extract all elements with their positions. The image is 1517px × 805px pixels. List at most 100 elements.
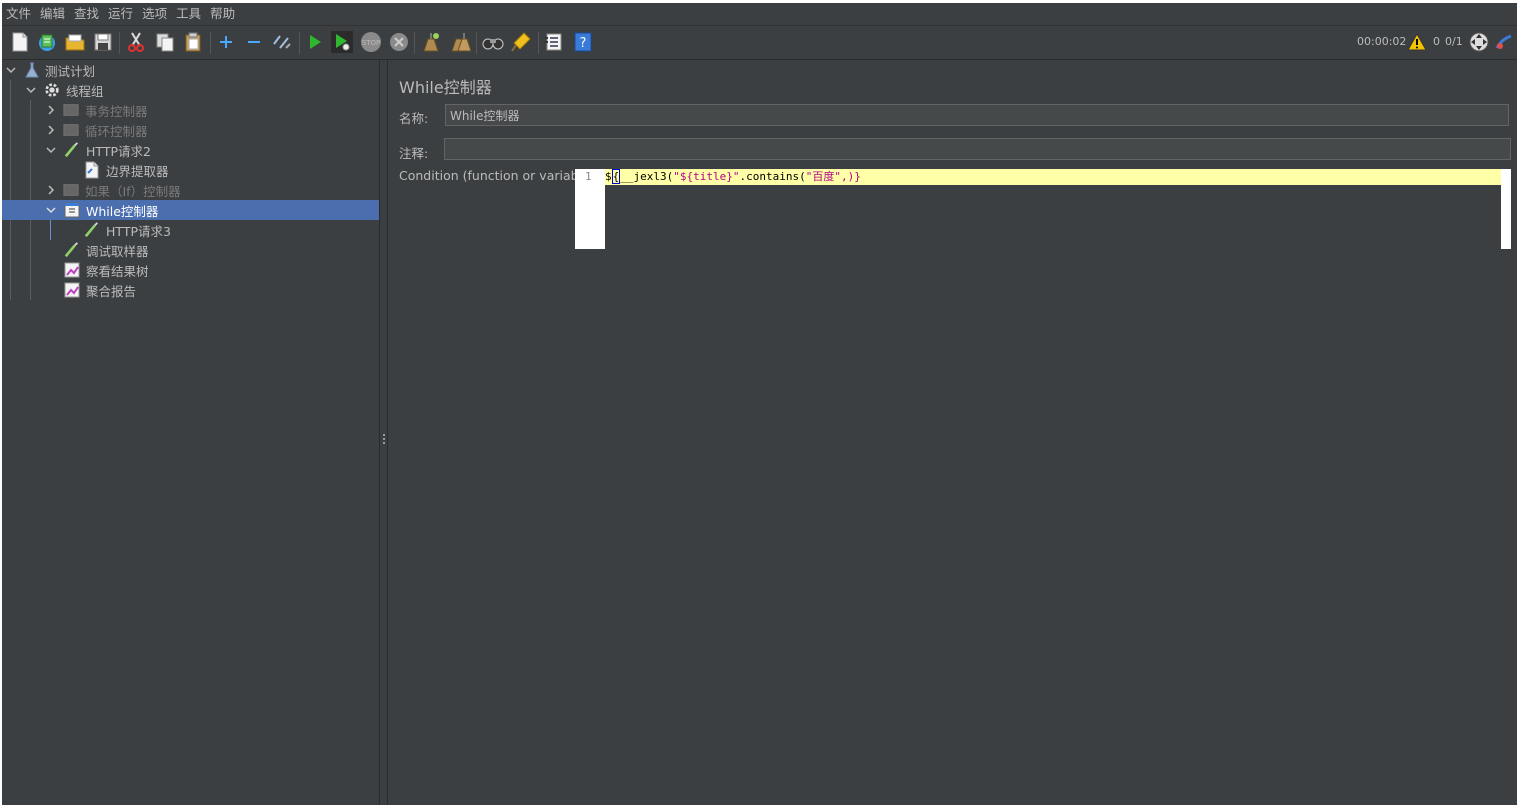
tree-item-label: 察看结果树 [86, 263, 149, 279]
condition-label: Condition (function or variable) [399, 168, 595, 183]
function-helper-button[interactable] [543, 31, 565, 53]
code-line[interactable]: ${__jexl3("${title}".contains("百度",)} [605, 169, 1501, 185]
remote-globe-icon [1469, 32, 1489, 52]
tree-item-transaction-controller[interactable]: 事务控制器 [2, 100, 379, 120]
chevron-down-icon[interactable] [46, 205, 56, 215]
http-sampler-icon [84, 222, 100, 238]
code-token: .contains( [739, 170, 806, 183]
remote-indicator[interactable] [1468, 31, 1490, 53]
new-plan-button[interactable] [9, 31, 31, 53]
menu-search[interactable]: 查找 [70, 3, 104, 25]
tree-item-while-controller[interactable]: While控制器 [2, 200, 379, 220]
tree-item-debug-sampler[interactable]: 调试取样器 [2, 240, 379, 260]
toolbar: STOP ? 00:00:02 0 0/1 [2, 26, 1517, 60]
cut-button[interactable] [125, 31, 147, 53]
code-token: __jexl3( [620, 170, 674, 183]
chevron-right-icon[interactable] [46, 105, 56, 115]
start-button[interactable] [304, 31, 326, 53]
editor-scrollbar[interactable] [1501, 169, 1511, 249]
tree-item-label: 循环控制器 [85, 123, 148, 139]
chevron-down-icon[interactable] [26, 85, 36, 95]
reset-search-icon [511, 32, 531, 52]
tree-item-label: 线程组 [66, 83, 104, 99]
copy-button[interactable] [154, 31, 176, 53]
code-area[interactable]: ${__jexl3("${title}".contains("百度",)} [605, 169, 1501, 249]
svg-text:?: ? [580, 36, 587, 51]
paste-button[interactable] [182, 31, 204, 53]
tree-item-http-request-2[interactable]: HTTP请求2 [2, 140, 379, 160]
reset-search-button[interactable] [510, 31, 532, 53]
menu-options[interactable]: 选项 [138, 3, 172, 25]
help-button[interactable]: ? [572, 31, 594, 53]
chevron-down-icon[interactable] [46, 145, 56, 155]
while-controller-icon [64, 202, 80, 218]
comment-label: 注释: [399, 146, 429, 161]
debug-sampler-icon [64, 242, 80, 258]
stop-icon: STOP [361, 32, 381, 52]
new-plan-icon [12, 32, 28, 52]
name-field[interactable] [445, 104, 1509, 126]
search-button[interactable] [482, 31, 504, 53]
menu-run[interactable]: 运行 [104, 3, 138, 25]
menu-tools[interactable]: 工具 [172, 3, 206, 25]
toggle-icon [273, 35, 291, 49]
menu-bar: 文件 编辑 查找 运行 选项 工具 帮助 [2, 3, 1517, 26]
copy-icon [156, 33, 174, 52]
toggle-button[interactable] [271, 31, 293, 53]
aggregate-report-icon [64, 282, 80, 298]
tree-item-thread-group[interactable]: 线程组 [2, 80, 379, 100]
clear-all-button[interactable] [449, 31, 471, 53]
search-icon [482, 38, 504, 50]
code-token: ,)} [840, 170, 861, 183]
stop-button[interactable]: STOP [360, 31, 382, 53]
tree-item-aggregate-report[interactable]: 聚合报告 [2, 280, 379, 300]
open-button[interactable] [64, 31, 86, 53]
clear-all-icon [451, 33, 471, 52]
start-no-pause-icon [336, 34, 350, 51]
open-icon [65, 34, 85, 51]
code-string: "${title}" [673, 170, 740, 183]
tree-item-http-request-3[interactable]: HTTP请求3 [2, 220, 379, 240]
menu-edit[interactable]: 编辑 [36, 3, 70, 25]
name-label: 名称: [399, 111, 429, 126]
tree-item-test-plan[interactable]: 测试计划 [2, 60, 379, 80]
warning-indicator[interactable] [1406, 31, 1428, 53]
comment-field[interactable] [444, 138, 1511, 160]
tree-item-label: HTTP请求2 [86, 143, 151, 159]
chevron-down-icon[interactable] [6, 65, 16, 75]
start-no-pause-button[interactable] [331, 31, 353, 53]
line-number-gutter: 1 [575, 169, 605, 249]
tree-item-label: 事务控制器 [85, 103, 148, 119]
code-token: $ [605, 170, 612, 183]
function-helper-icon [545, 33, 562, 51]
templates-button[interactable] [36, 31, 58, 53]
shutdown-icon [390, 33, 408, 51]
tree-item-label: 聚合报告 [86, 283, 137, 299]
shutdown-button[interactable] [388, 31, 410, 53]
code-string: "百度" [805, 170, 841, 183]
chevron-right-icon[interactable] [46, 185, 56, 195]
matched-bracket: { [611, 169, 621, 184]
chevron-right-icon[interactable] [46, 125, 56, 135]
help-icon: ? [574, 32, 592, 52]
tree-item-boundary-extractor[interactable]: 边界提取器 [2, 160, 379, 180]
tree-item-if-controller[interactable]: 如果（If）控制器 [2, 180, 379, 200]
http-sampler-icon [64, 142, 80, 158]
log-viewer-button[interactable] [1493, 31, 1515, 53]
panel-splitter[interactable] [379, 60, 388, 805]
tree-item-view-results-tree[interactable]: 察看结果树 [2, 260, 379, 280]
condition-editor[interactable]: 1 ${__jexl3("${title}".contains("百度",)} [575, 169, 1511, 249]
save-button[interactable] [92, 31, 114, 53]
tree-item-loop-controller[interactable]: 循环控制器 [2, 120, 379, 140]
transaction-controller-icon [63, 102, 79, 118]
paste-icon [185, 32, 201, 52]
results-tree-icon [64, 262, 80, 278]
collapse-icon [248, 41, 260, 43]
templates-icon [39, 34, 55, 51]
collapse-all-button[interactable] [243, 31, 265, 53]
expand-all-button[interactable] [215, 31, 237, 53]
menu-file[interactable]: 文件 [2, 3, 36, 25]
save-icon [94, 33, 112, 51]
menu-help[interactable]: 帮助 [206, 3, 240, 25]
clear-button[interactable] [420, 31, 442, 53]
